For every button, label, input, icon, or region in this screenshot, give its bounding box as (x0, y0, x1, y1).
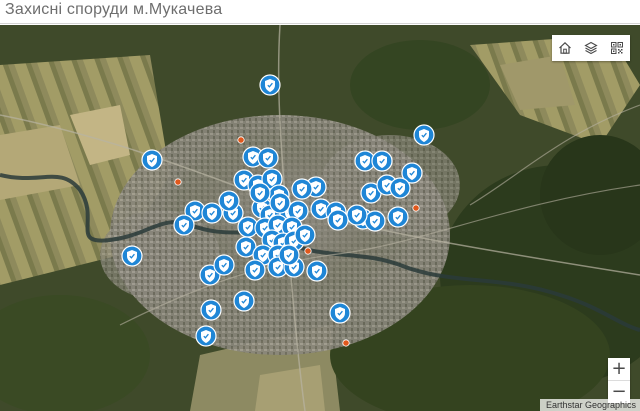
shelter-marker[interactable] (201, 202, 223, 224)
poi-marker[interactable] (342, 339, 350, 347)
shelter-marker[interactable] (173, 214, 195, 236)
shelter-marker[interactable] (306, 260, 328, 282)
poi-marker[interactable] (304, 247, 312, 255)
map-toolbar (552, 35, 630, 61)
poi-marker[interactable] (237, 136, 245, 144)
shelter-marker[interactable] (294, 224, 316, 246)
shelter-marker[interactable] (269, 192, 291, 214)
shelter-marker[interactable] (291, 178, 313, 200)
shelter-marker[interactable] (413, 124, 435, 146)
shelter-marker[interactable] (195, 325, 217, 347)
shelter-marker[interactable] (249, 182, 271, 204)
qr-code-icon (611, 42, 623, 54)
shelter-marker[interactable] (257, 147, 279, 169)
qr-button[interactable] (604, 35, 630, 61)
shelter-marker[interactable] (371, 150, 393, 172)
map-attribution[interactable]: Earthstar Geographics (539, 399, 640, 411)
map-view[interactable]: + − Earthstar Geographics (0, 25, 640, 411)
zoom-in-button[interactable]: + (608, 358, 630, 380)
header-bar: Захисні споруди м.Мукачева (0, 0, 640, 24)
shelter-marker[interactable] (278, 244, 300, 266)
shelter-marker[interactable] (200, 299, 222, 321)
poi-marker[interactable] (412, 204, 420, 212)
shelter-marker[interactable] (389, 177, 411, 199)
shelter-marker[interactable] (346, 204, 368, 226)
home-icon (559, 41, 571, 54)
shelter-marker[interactable] (121, 245, 143, 267)
shelter-marker[interactable] (213, 254, 235, 276)
home-button[interactable] (552, 35, 578, 61)
shelter-marker[interactable] (364, 210, 386, 232)
shelter-marker[interactable] (259, 74, 281, 96)
shelter-marker[interactable] (218, 190, 240, 212)
shelter-marker[interactable] (329, 302, 351, 324)
shelter-marker[interactable] (327, 209, 349, 231)
shelter-marker[interactable] (387, 206, 409, 228)
poi-marker[interactable] (174, 178, 182, 186)
shelter-marker[interactable] (233, 290, 255, 312)
zoom-control: + − (608, 358, 630, 403)
layers-icon (584, 41, 598, 55)
shelter-marker[interactable] (244, 259, 266, 281)
basemap-button[interactable] (578, 35, 604, 61)
shelter-marker[interactable] (141, 149, 163, 171)
shelter-layer (121, 74, 435, 347)
page-title: Захисні споруди м.Мукачева (5, 1, 223, 18)
